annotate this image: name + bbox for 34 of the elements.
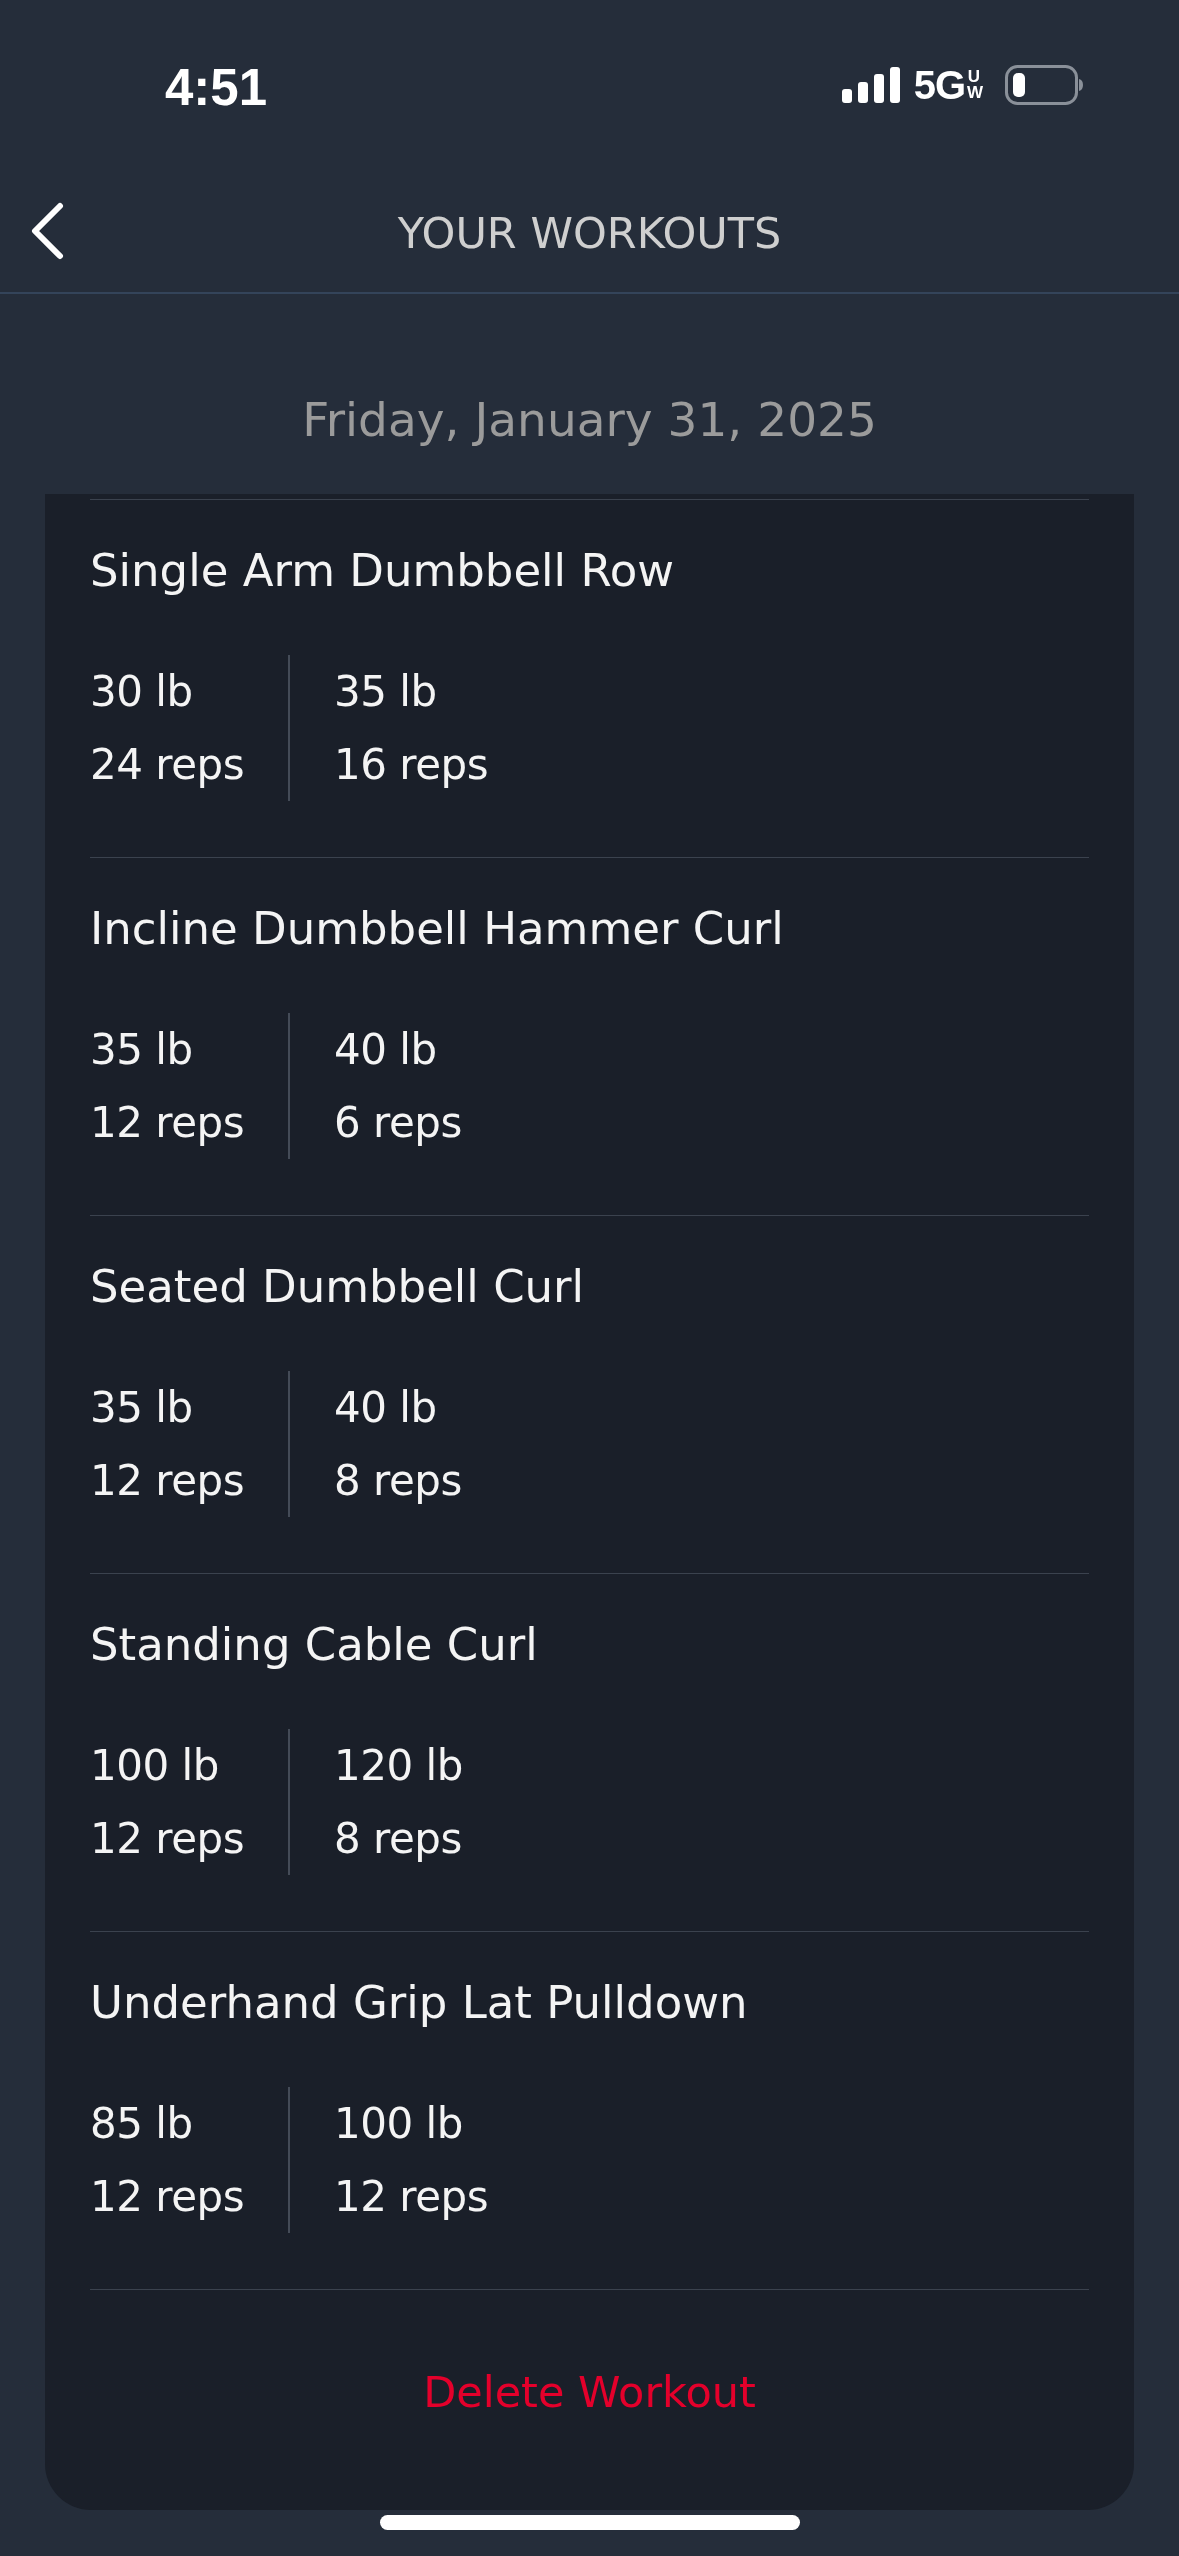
set-reps: 12 reps (90, 2171, 245, 2223)
set-reps: 12 reps (334, 2171, 489, 2223)
exercise-name: Seated Dumbbell Curl (90, 1259, 586, 1315)
exercise-name: Standing Cable Curl (90, 1617, 539, 1673)
set-weight: 35 lb (90, 1024, 194, 1076)
battery-icon (1005, 65, 1083, 105)
status-time: 4:51 (165, 58, 268, 118)
signal-icon (841, 67, 900, 103)
set-reps: 24 reps (90, 739, 245, 791)
set-weight: 85 lb (90, 2098, 194, 2150)
set-reps: 12 reps (90, 1097, 245, 1149)
set-reps: 12 reps (90, 1813, 245, 1865)
set-weight: 40 lb (334, 1382, 438, 1434)
set-reps: 6 reps (334, 1097, 462, 1149)
set-weight: 35 lb (90, 1382, 194, 1434)
set-reps: 16 reps (334, 739, 489, 791)
network-label: 5G (913, 62, 965, 108)
workout-date: Friday, January 31, 2025 (302, 392, 877, 447)
page-title: YOUR WORKOUTS (397, 208, 782, 258)
set-reps: 8 reps (334, 1813, 463, 1865)
set-weight: 40 lb (334, 1024, 438, 1076)
exercise-name: Underhand Grip Lat Pulldown (90, 1975, 749, 2031)
set-weight: 35 lb (334, 666, 438, 718)
exercise-name: Single Arm Dumbbell Row (90, 543, 675, 599)
set-weight: 100 lb (90, 1740, 220, 1792)
set-weight: 120 lb (334, 1740, 463, 1792)
back-icon (30, 202, 64, 260)
delete-workout-button[interactable]: Delete Workout (415, 2364, 764, 2420)
network-suffix-label: UW (967, 69, 981, 101)
set-weight: 30 lb (90, 666, 194, 718)
set-weight: 100 lb (334, 2098, 464, 2150)
set-reps: 12 reps (90, 1455, 245, 1507)
set-reps: 8 reps (334, 1455, 462, 1507)
exercise-name: Incline Dumbbell Hammer Curl (90, 901, 785, 957)
